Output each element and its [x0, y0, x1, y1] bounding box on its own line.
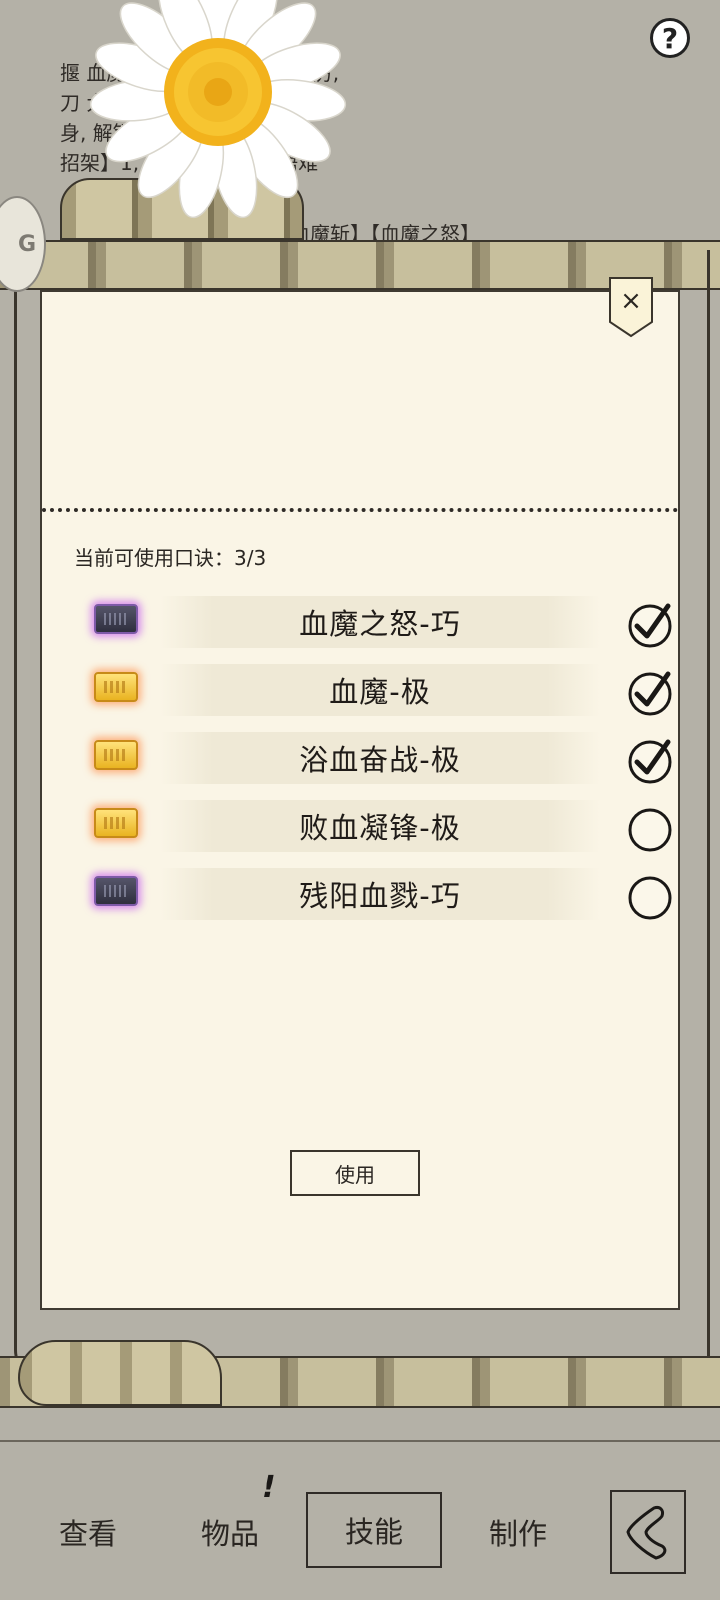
gold-scroll-icon — [94, 808, 138, 838]
daisy-flower-icon — [89, 0, 347, 219]
use-button[interactable]: 使用 — [290, 1150, 420, 1196]
oral-formula-dialog: 当前可使用口诀：3/3 血魔之怒-巧 血魔-极 浴血奋战-极 败血凝锋-极 残阳… — [40, 290, 680, 1310]
divider — [0, 1440, 720, 1442]
formula-count-value: 3/3 — [234, 546, 267, 570]
nav-view-label: 查看 — [58, 1517, 117, 1551]
nav-items[interactable]: 物品 — [182, 1502, 278, 1562]
skill-row[interactable]: 败血凝锋-极 — [88, 796, 672, 856]
skill-name: 血魔-极 — [329, 675, 431, 709]
use-button-label: 使用 — [335, 1162, 375, 1187]
formula-count: 当前可使用口诀：3/3 — [74, 542, 266, 571]
skill-row[interactable]: 浴血奋战-极 — [88, 728, 672, 788]
formula-count-label: 当前可使用口诀： — [74, 546, 234, 570]
purple-scroll-icon — [94, 876, 138, 906]
question-icon: ? — [661, 21, 679, 55]
checkbox-checked-icon[interactable] — [626, 666, 676, 716]
nav-view[interactable]: 查看 — [40, 1502, 136, 1562]
gold-scroll-icon — [94, 672, 138, 702]
close-icon: × — [620, 286, 642, 316]
skill-row[interactable]: 血魔之怒-巧 — [88, 592, 672, 652]
help-button[interactable]: ? — [650, 18, 690, 58]
skill-name: 败血凝锋-极 — [299, 811, 461, 845]
nav-craft-label: 制作 — [488, 1517, 547, 1551]
skill-name: 残阳血戮-巧 — [299, 879, 461, 913]
close-button[interactable]: × — [608, 276, 654, 338]
nav-craft[interactable]: 制作 — [470, 1502, 566, 1562]
purple-scroll-icon — [94, 604, 138, 634]
skill-name: 浴血奋战-极 — [299, 743, 461, 777]
checkbox-unchecked-icon[interactable] — [626, 870, 676, 920]
items-notification-badge: ! — [262, 1470, 276, 1505]
checkbox-checked-icon[interactable] — [626, 734, 676, 784]
back-arrow-icon — [626, 1506, 667, 1560]
nav-skills-label: 技能 — [344, 1515, 403, 1549]
back-button[interactable] — [610, 1490, 686, 1574]
nav-items-label: 物品 — [200, 1517, 259, 1551]
skill-name: 血魔之怒-巧 — [299, 607, 461, 641]
gold-scroll-icon — [94, 740, 138, 770]
checkbox-checked-icon[interactable] — [626, 598, 676, 648]
skill-row[interactable]: 残阳血戮-巧 — [88, 864, 672, 924]
side-tab-label: G — [17, 231, 36, 257]
nav-skills[interactable]: 技能 — [306, 1492, 442, 1568]
dotted-divider — [42, 508, 678, 512]
scroll-curl-decoration — [18, 1340, 222, 1406]
checkbox-unchecked-icon[interactable] — [626, 802, 676, 852]
skill-row[interactable]: 血魔-极 — [88, 660, 672, 720]
